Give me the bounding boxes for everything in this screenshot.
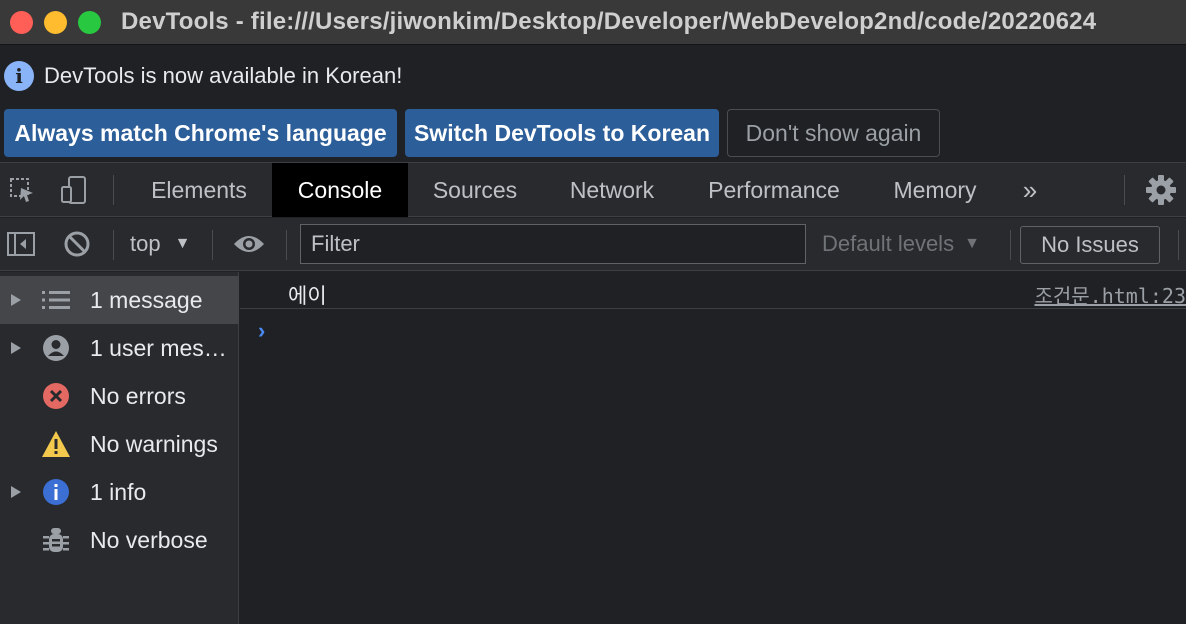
sidebar-item-label: 1 info: [90, 478, 147, 505]
sidebar-item-messages[interactable]: 1 message: [0, 276, 239, 324]
console-message-text: 에이: [288, 284, 327, 308]
settings-gear-icon[interactable]: [1140, 163, 1182, 217]
sidebar-item-label: No warnings: [90, 430, 218, 457]
user-icon: [41, 333, 71, 363]
tab-network[interactable]: Network: [542, 163, 682, 217]
toolbar-divider: [113, 175, 114, 205]
tab-console[interactable]: Console: [272, 163, 408, 217]
console-message-row: 에이 조건문.html:23: [240, 272, 1186, 309]
warning-icon: [41, 429, 71, 459]
toolbar-divider: [1178, 230, 1179, 260]
log-levels-dropdown[interactable]: Default levels ▼: [822, 218, 980, 270]
expand-triangle-icon[interactable]: [11, 294, 21, 306]
list-icon: [41, 285, 71, 315]
device-toolbar-icon[interactable]: [56, 163, 92, 217]
sidebar-item-verbose[interactable]: No verbose: [0, 516, 239, 564]
toolbar-divider: [212, 230, 213, 260]
info-icon: i: [4, 61, 34, 91]
toolbar-divider: [1010, 230, 1011, 260]
inspect-element-icon[interactable]: [4, 163, 40, 217]
toolbar-divider: [1124, 175, 1125, 205]
info-icon: [41, 477, 71, 507]
close-window-button[interactable]: [10, 10, 33, 34]
context-selector-label: top: [130, 231, 161, 256]
console-prompt-icon[interactable]: ›: [258, 318, 265, 344]
always-match-language-button[interactable]: Always match Chrome's language: [4, 109, 397, 157]
clear-console-icon[interactable]: [62, 218, 92, 270]
sidebar-item-label: 1 message: [90, 286, 203, 313]
infobar-message: DevTools is now available in Korean!: [44, 63, 403, 88]
window-titlebar: DevTools - file:///Users/jiwonkim/Deskto…: [0, 0, 1186, 44]
console-message-source-link[interactable]: 조건문.html:23: [1034, 280, 1186, 309]
tab-sources[interactable]: Sources: [408, 163, 542, 217]
console-sidebar: 1 message 1 user messages No errors: [0, 272, 239, 624]
tab-memory[interactable]: Memory: [866, 163, 1004, 217]
more-tabs-chevron-icon[interactable]: »: [1006, 163, 1054, 217]
toggle-sidebar-icon[interactable]: [6, 218, 36, 270]
language-infobar: i DevTools is now available in Korean! A…: [0, 44, 1186, 160]
sidebar-item-warnings[interactable]: No warnings: [0, 420, 239, 468]
console-toolbar: top ▼ Default levels ▼ No Issues: [0, 218, 1186, 271]
context-selector[interactable]: top ▼: [130, 218, 190, 270]
sidebar-item-label: No verbose: [90, 526, 208, 553]
bug-icon: [41, 525, 71, 555]
toolbar-divider: [286, 230, 287, 260]
console-output[interactable]: 에이 조건문.html:23 ›: [240, 272, 1186, 624]
sidebar-item-label: No errors: [90, 382, 186, 409]
window-title: DevTools - file:///Users/jiwonkim/Deskto…: [121, 8, 1097, 35]
expand-triangle-icon[interactable]: [11, 486, 21, 498]
sidebar-item-info[interactable]: 1 info: [0, 468, 239, 516]
infobar-message-line: i DevTools is now available in Korean!: [4, 61, 402, 91]
issues-button[interactable]: No Issues: [1020, 226, 1160, 264]
expand-triangle-icon[interactable]: [11, 342, 21, 354]
toolbar-divider: [113, 230, 114, 260]
window-controls: [10, 10, 101, 34]
sidebar-item-label: 1 user messages: [90, 334, 234, 361]
dont-show-again-button[interactable]: Don't show again: [727, 109, 940, 157]
zoom-window-button[interactable]: [78, 10, 101, 34]
dropdown-triangle-icon: ▼: [174, 235, 191, 252]
switch-to-korean-button[interactable]: Switch DevTools to Korean: [405, 109, 719, 157]
tab-elements[interactable]: Elements: [126, 163, 272, 217]
sidebar-item-errors[interactable]: No errors: [0, 372, 239, 420]
error-icon: [41, 381, 71, 411]
dropdown-triangle-icon: ▼: [964, 235, 980, 252]
minimize-window-button[interactable]: [44, 10, 67, 34]
devtools-tabbar: Elements Console Sources Network Perform…: [0, 162, 1186, 217]
tab-performance[interactable]: Performance: [682, 163, 866, 217]
live-expression-eye-icon[interactable]: [232, 218, 266, 270]
log-levels-label: Default levels: [822, 231, 955, 256]
sidebar-item-user-messages[interactable]: 1 user messages: [0, 324, 239, 372]
console-filter-input[interactable]: [300, 224, 806, 264]
